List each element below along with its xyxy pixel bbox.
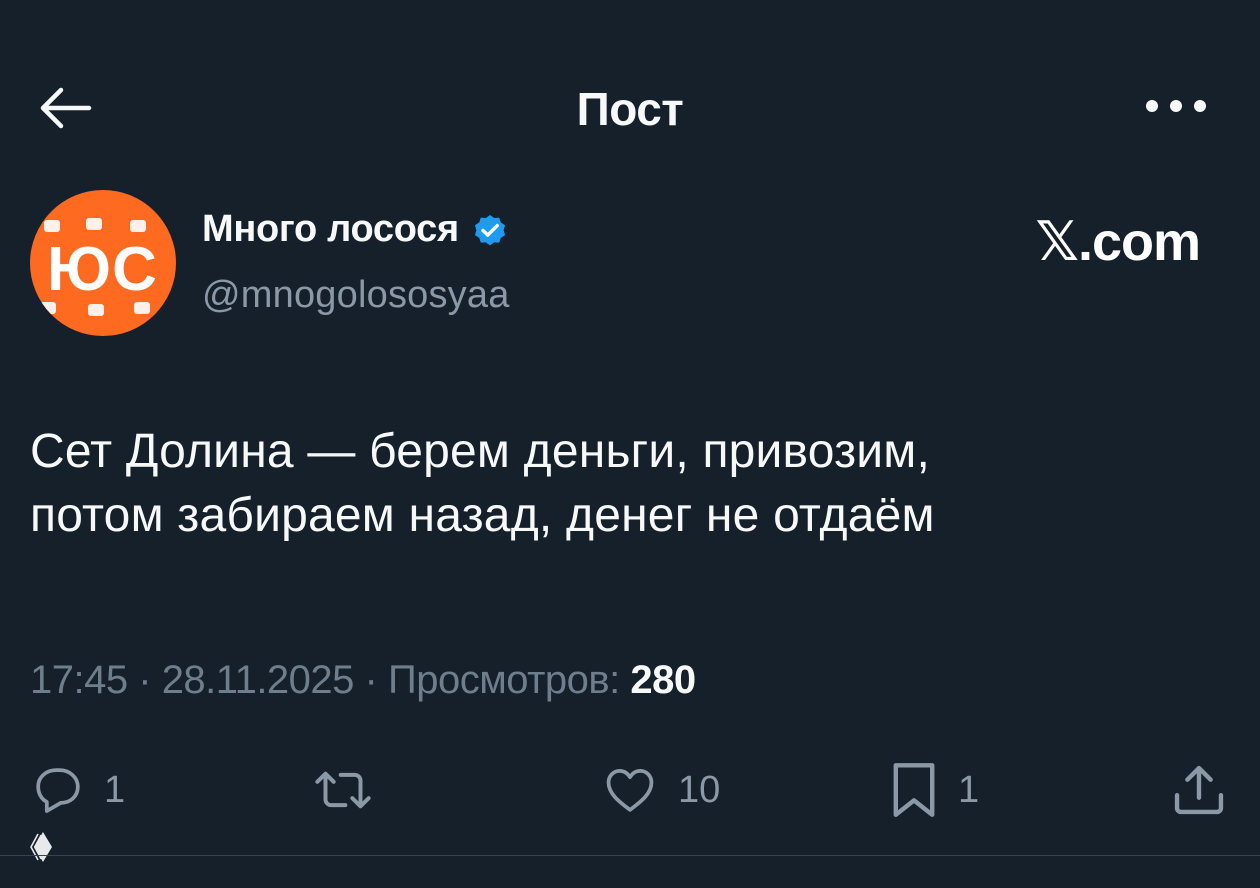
divider bbox=[0, 855, 1260, 856]
repost-button[interactable] bbox=[310, 755, 376, 825]
author-handle[interactable]: @mnogolososyaa bbox=[202, 274, 510, 317]
watermark: 𝕏.com bbox=[1035, 212, 1201, 272]
post-text: Сет Долина — берем деньги, привозим, пот… bbox=[30, 420, 1210, 548]
post-author: ЮС Много лосося @mnogolososyaa 𝕏.com bbox=[30, 190, 1230, 340]
author-name[interactable]: Много лосося bbox=[202, 208, 509, 251]
repost-icon bbox=[315, 771, 371, 809]
reply-count: 1 bbox=[104, 768, 126, 811]
share-button[interactable] bbox=[1168, 755, 1230, 825]
views-label: Просмотров: bbox=[388, 658, 620, 702]
views-count: 280 bbox=[630, 658, 696, 702]
post-text-line: Сет Долина — берем деньги, привозим, bbox=[30, 425, 931, 478]
post-time[interactable]: 17:45 bbox=[30, 658, 128, 702]
more-horizontal-icon bbox=[1146, 100, 1206, 112]
action-bar: 1 10 1 bbox=[0, 755, 1260, 825]
meta-separator: · bbox=[364, 658, 378, 702]
bookmark-button[interactable]: 1 bbox=[888, 755, 979, 825]
avatar[interactable]: ЮС bbox=[30, 190, 176, 336]
post-meta: 17:45 · 28.11.2025 · Просмотров: 280 bbox=[30, 658, 696, 703]
top-bar: Пост bbox=[0, 60, 1260, 150]
reply-button[interactable]: 1 bbox=[30, 755, 125, 825]
heart-icon bbox=[606, 769, 654, 812]
app-logo-icon bbox=[30, 832, 52, 862]
svg-text:ЮС: ЮС bbox=[47, 235, 159, 304]
bookmark-count: 1 bbox=[958, 768, 980, 811]
more-button[interactable] bbox=[1136, 84, 1216, 128]
post-text-line: потом забираем назад, денег не отдаём bbox=[30, 489, 935, 542]
post-date[interactable]: 28.11.2025 bbox=[162, 658, 355, 702]
like-count: 10 bbox=[678, 768, 721, 811]
bookmark-icon bbox=[893, 763, 935, 817]
like-button[interactable]: 10 bbox=[600, 755, 720, 825]
share-icon bbox=[1174, 765, 1224, 815]
author-name-text: Много лосося bbox=[202, 208, 459, 250]
meta-separator: · bbox=[138, 658, 152, 702]
page-title: Пост bbox=[576, 83, 684, 135]
verified-badge-icon bbox=[474, 214, 505, 245]
reply-icon bbox=[36, 768, 80, 813]
avatar-image: ЮС bbox=[30, 190, 176, 336]
